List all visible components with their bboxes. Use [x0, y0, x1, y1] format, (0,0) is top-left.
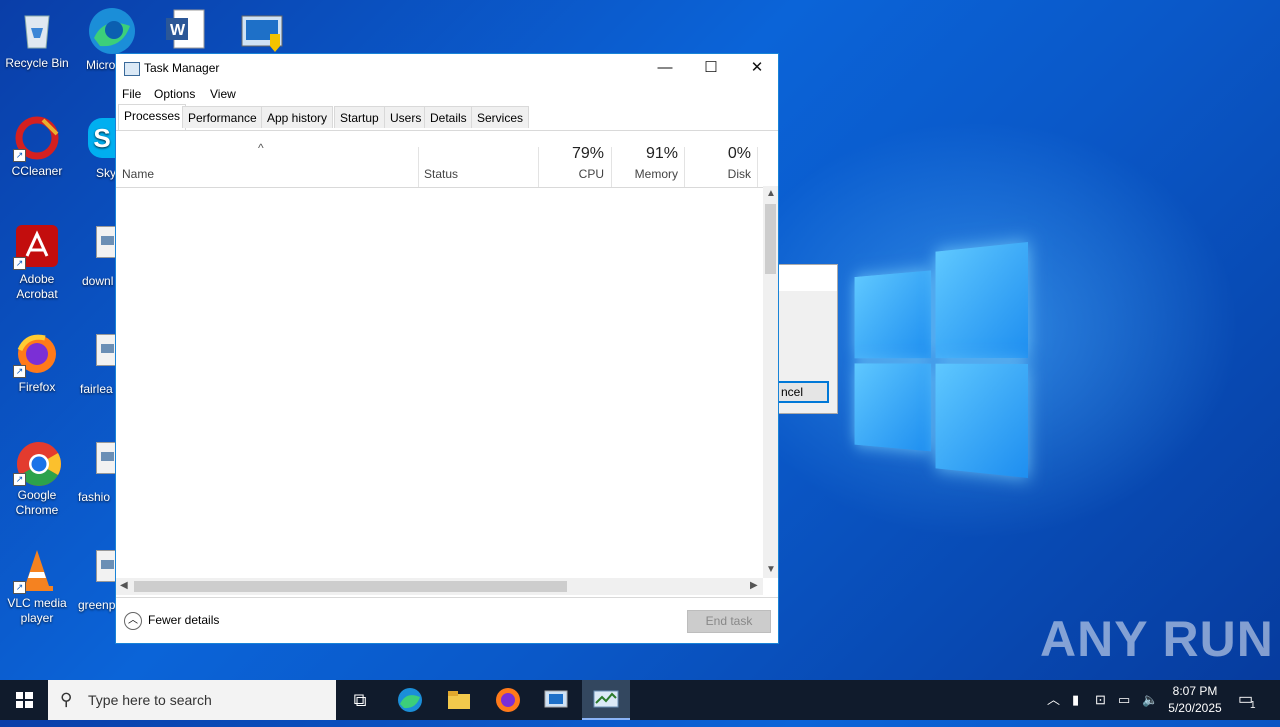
column-status[interactable]: Status [424, 167, 458, 181]
menu-file[interactable]: File [122, 87, 141, 101]
scroll-down-icon[interactable]: ▼ [766, 564, 776, 575]
notification-center-icon[interactable]: ▭ 1 [1238, 680, 1256, 720]
tab-services[interactable]: Services [471, 106, 530, 128]
taskbar-edge-icon[interactable] [386, 680, 434, 720]
column-name[interactable]: Name [122, 167, 154, 181]
windows-logo-wallpaper [854, 242, 1028, 478]
menu-bar: File Options View [116, 84, 778, 104]
column-memory[interactable]: Memory [615, 167, 678, 181]
shortcut-arrow-icon: ↗ [13, 581, 26, 594]
title-bar[interactable]: Task Manager — ☐ ✕ [116, 54, 778, 84]
shortcut-arrow-icon: ↗ [13, 257, 26, 270]
disk-percent: 0% [727, 145, 751, 162]
taskbar-task-manager-icon[interactable] [582, 680, 630, 720]
minimize-button[interactable]: — [642, 54, 688, 84]
desktop-icon-word[interactable]: W [164, 8, 206, 55]
desktop-icon-fairlea-image[interactable]: fairlea [80, 334, 120, 396]
tab-details[interactable]: Details [424, 106, 473, 128]
scroll-right-icon[interactable]: ▶ [750, 580, 758, 591]
windows-start-icon [16, 692, 33, 708]
task-manager-icon [124, 62, 140, 76]
footer: ︿ Fewer details End task [116, 597, 778, 644]
acrobat-icon: ↗ [13, 224, 59, 270]
memory-percent: 91% [645, 145, 678, 162]
scroll-left-icon[interactable]: ◀ [120, 580, 128, 591]
desktop-icon-greenp-image[interactable]: greenp [78, 550, 120, 612]
desktop-icon-edge[interactable]: Micro Ed [86, 6, 138, 72]
column-header: ^ Name Status 79% CPU 91% Memory 0% Disk [116, 131, 778, 188]
search-icon: ⚲ [60, 690, 73, 709]
tab-users[interactable]: Users [384, 106, 428, 128]
close-button[interactable]: ✕ [734, 54, 780, 84]
edge-icon [86, 6, 138, 59]
ccleaner-icon: ↗ [13, 116, 59, 162]
clock[interactable]: 8:07 PM 5/20/2025 [1160, 683, 1230, 717]
desktop-icon-program[interactable] [240, 12, 286, 57]
vlc-icon: ↗ [13, 548, 59, 594]
process-list[interactable]: ▲ ▼ ◀ ▶ [116, 186, 778, 597]
skype-icon: S [88, 118, 116, 158]
background-dialog: ncel [770, 264, 838, 414]
sort-up-icon: ^ [258, 141, 264, 155]
shortcut-arrow-icon: ↗ [13, 149, 26, 162]
desktop-icon-vlc[interactable]: ↗ VLC media player [0, 548, 75, 626]
taskbar-program-icon[interactable] [533, 680, 581, 720]
program-shield-icon [241, 15, 283, 52]
desktop-icon-recycle-bin[interactable]: Recycle Bin [0, 8, 75, 71]
show-hidden-icons[interactable]: ︿ [1047, 680, 1060, 720]
volume-icon[interactable]: 🔈 [1142, 680, 1158, 720]
chrome-icon: ↗ [13, 440, 61, 486]
cancel-button[interactable]: ncel [777, 381, 829, 403]
search-placeholder: Type here to search [88, 692, 212, 708]
firefox-icon: ↗ [13, 332, 59, 378]
svg-text:W: W [170, 22, 186, 39]
taskbar-search[interactable]: ⚲ Type here to search [48, 680, 336, 720]
maximize-button[interactable]: ☐ [688, 54, 734, 84]
menu-view[interactable]: View [210, 87, 236, 101]
tab-bar: Processes Performance App history Startu… [116, 104, 778, 131]
taskbar-file-explorer-icon[interactable] [435, 680, 483, 720]
tray-meet-now-icon[interactable]: ⊡ [1095, 680, 1106, 720]
horizontal-scroll-thumb[interactable] [134, 581, 567, 592]
recycle-bin-icon [15, 8, 59, 52]
start-button[interactable] [0, 680, 48, 720]
taskbar: ⚲ Type here to search ⧉ ︿ ▮ ⊡ ▭ 🔈 8:07 P… [0, 680, 1280, 720]
horizontal-scrollbar[interactable]: ◀ ▶ [116, 578, 763, 595]
shortcut-arrow-icon: ↗ [13, 473, 26, 486]
vertical-scroll-thumb[interactable] [765, 204, 776, 274]
desktop-icon-adobe-acrobat[interactable]: ↗ Adobe Acrobat [0, 224, 75, 302]
anyrun-watermark: ANY RUN [1040, 611, 1274, 667]
desktop-icon-google-chrome[interactable]: ↗ Google Chrome [0, 440, 75, 518]
cpu-percent: 79% [571, 145, 604, 162]
clock-date: 5/20/2025 [1168, 701, 1222, 715]
window-title: Task Manager [144, 61, 220, 75]
clock-time: 8:07 PM [1172, 684, 1218, 698]
desktop-icon-fashion-image[interactable]: fashio [78, 442, 120, 504]
tab-startup[interactable]: Startup [334, 106, 385, 128]
tab-processes[interactable]: Processes [118, 104, 187, 130]
chevron-up-icon: ︿ [124, 612, 142, 630]
task-view-icon[interactable]: ⧉ [336, 680, 384, 720]
column-cpu[interactable]: CPU [542, 167, 604, 181]
tab-app-history[interactable]: App history [261, 106, 334, 128]
vertical-scrollbar[interactable]: ▲ ▼ [763, 186, 778, 578]
shortcut-arrow-icon: ↗ [13, 365, 26, 378]
scroll-up-icon[interactable]: ▲ [766, 188, 776, 199]
taskbar-firefox-icon[interactable] [484, 680, 532, 720]
network-icon[interactable]: ▭ [1118, 680, 1130, 720]
desktop-icon-ccleaner[interactable]: ↗ CCleaner [0, 116, 75, 179]
word-icon: W [166, 9, 205, 49]
desktop-icon-skype[interactable]: S Sky [88, 118, 116, 180]
task-manager-window: Task Manager — ☐ ✕ File Options View Pro… [115, 53, 779, 644]
end-task-button[interactable]: End task [687, 610, 771, 633]
desktop-icon-firefox[interactable]: ↗ Firefox [0, 332, 75, 395]
tab-performance[interactable]: Performance [182, 106, 263, 128]
column-disk[interactable]: Disk [688, 167, 751, 181]
menu-options[interactable]: Options [154, 87, 195, 101]
tray-app-icon[interactable]: ▮ [1072, 680, 1079, 720]
fewer-details-button[interactable]: ︿ Fewer details [124, 612, 219, 630]
